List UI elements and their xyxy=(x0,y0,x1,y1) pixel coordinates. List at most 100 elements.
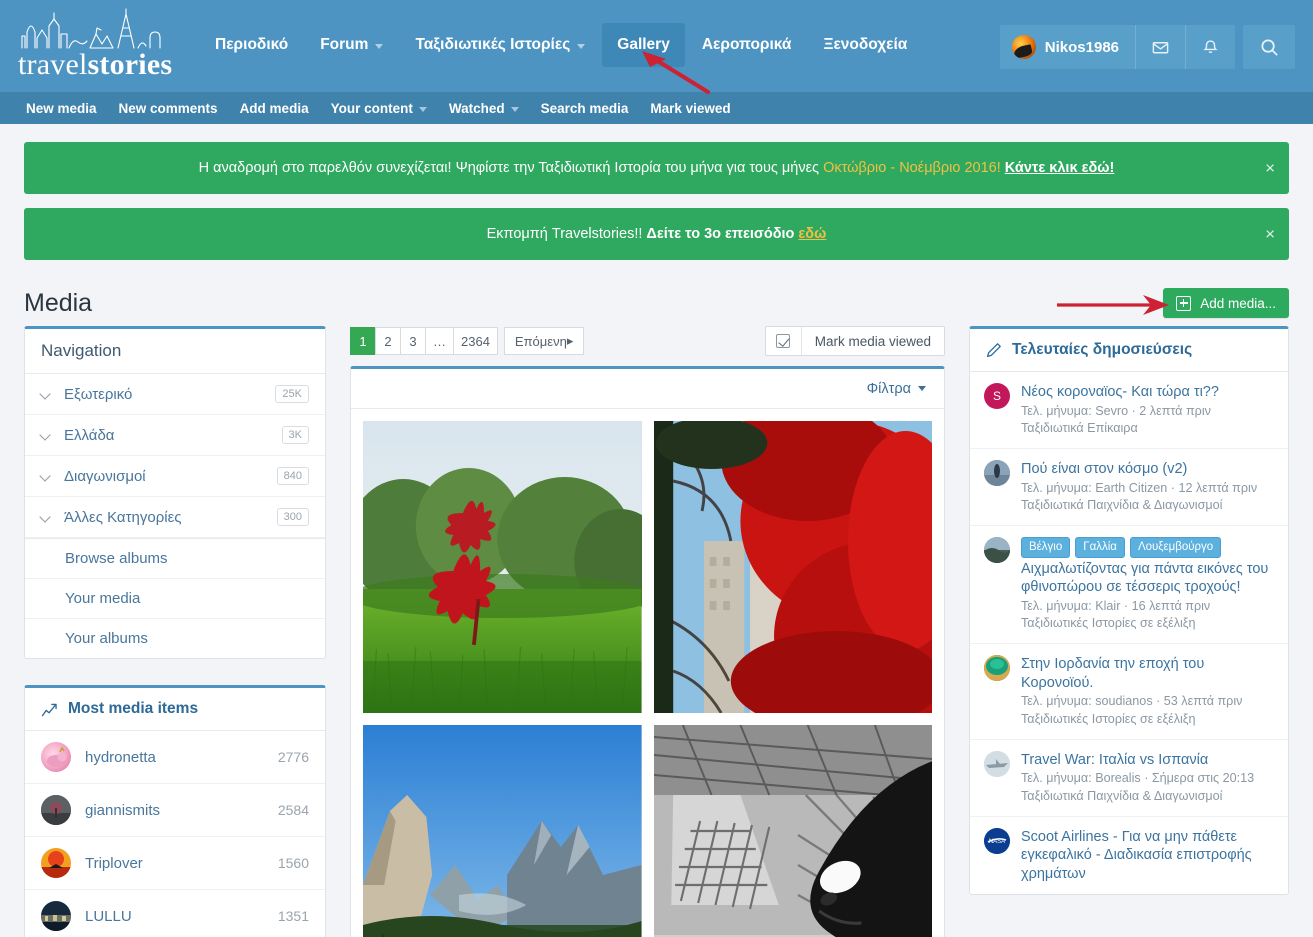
nav-category-label: Ελλάδα xyxy=(64,426,115,444)
nav-label: Περιοδικό xyxy=(215,36,289,53)
most-media-row[interactable]: LULLU 1351 xyxy=(25,890,325,937)
avatar xyxy=(1011,35,1036,59)
nav-link-your-albums[interactable]: Your albums xyxy=(25,619,325,658)
filters-dropdown[interactable]: Φίλτρα xyxy=(867,381,926,397)
media-image-orca-whale xyxy=(653,725,932,937)
subnav-label: New media xyxy=(26,100,97,116)
avatar xyxy=(41,795,71,825)
post-forum: Ταξιδιωτικά Παιχνίδια & Διαγωνισμοί xyxy=(1021,498,1223,513)
plus-square-icon xyxy=(1176,295,1192,311)
page-3-button[interactable]: 3 xyxy=(400,327,426,355)
nav-item-hotels[interactable]: Ξενοδοχεία xyxy=(808,23,922,67)
annotation-arrow-add-media xyxy=(1057,295,1169,315)
most-media-count: 2776 xyxy=(277,749,309,765)
notice-link[interactable]: εδώ xyxy=(798,226,826,242)
bell-icon xyxy=(1203,39,1218,53)
latest-post-item[interactable]: Βέλγιο Γαλλία Λουξεμβούργο Αιχμαλωτίζοντ… xyxy=(970,526,1288,645)
latest-post-item[interactable]: Στην Ιορδανία την εποχή του Κορονοϊού. Τ… xyxy=(970,644,1288,740)
subnav-search-media[interactable]: Search media xyxy=(541,101,629,116)
close-icon[interactable]: × xyxy=(1265,160,1275,177)
most-media-header: Most media items xyxy=(25,688,325,731)
nav-item-periodiko[interactable]: Περιοδικό xyxy=(200,23,303,67)
media-image-yosemite-valley xyxy=(363,725,642,937)
nav-link-label: Your media xyxy=(65,590,141,607)
notice-banners: Η αναδρομή στο παρελθόν συνεχίζεται! Ψηφ… xyxy=(0,124,1313,260)
avatar xyxy=(984,750,1010,777)
subnav-label: New comments xyxy=(118,100,218,116)
post-tag[interactable]: Λουξεμβούργο xyxy=(1129,537,1222,558)
notice-text: Εκπομπή Travelstories!! Δείτε το 3ο επει… xyxy=(487,226,827,242)
user-menu-button[interactable]: Nikos1986 xyxy=(1000,25,1135,69)
latest-post-item[interactable]: Travel War: Ιταλία vs Ισπανία Τελ. μήνυμ… xyxy=(970,740,1288,817)
post-meta: Τελ. μήνυμα: Borealis · Σήμερα στις 20:1… xyxy=(1021,771,1255,786)
nav-category-diagonismoi[interactable]: Διαγωνισμοί 840 xyxy=(25,456,325,497)
avatar xyxy=(984,537,1010,564)
nav-item-flights[interactable]: Αεροπορικά xyxy=(687,23,807,67)
search-button[interactable] xyxy=(1243,25,1295,69)
pagination: 1 2 3 … 2364 Επόμενη ▸ xyxy=(350,327,585,355)
subnav-label: Search media xyxy=(540,100,629,116)
avatar-art xyxy=(41,795,71,825)
main-navigation: Περιοδικό Forum Ταξιδιωτικές Ιστορίες Ga… xyxy=(200,0,924,92)
subnav-your-content[interactable]: Your content xyxy=(331,101,427,116)
media-image-maple-leaf-grass xyxy=(363,421,642,713)
most-media-items-card: Most media items hydronetta 2776 giannis… xyxy=(24,685,326,937)
nav-link-your-media[interactable]: Your media xyxy=(25,579,325,619)
media-thumbnail[interactable] xyxy=(363,725,642,937)
avatar-letter: S xyxy=(992,389,1001,403)
notice-text-bold: Δείτε το 3ο επεισόδιο xyxy=(646,226,799,242)
media-thumbnail[interactable] xyxy=(653,421,932,713)
post-meta: Τελ. μήνυμα: Earth Citizen · 12 λεπτά πρ… xyxy=(1021,480,1258,495)
media-thumbnail[interactable] xyxy=(653,725,932,937)
subnav-mark-viewed[interactable]: Mark viewed xyxy=(650,101,730,116)
post-forum: Ταξιδιωτικές Ιστορίες σε εξέλιξη xyxy=(1021,616,1196,631)
nav-item-travel-stories[interactable]: Ταξιδιωτικές Ιστορίες xyxy=(400,23,600,67)
latest-post-item[interactable]: NASA Scoot Airlines - Για να μην πάθετε … xyxy=(970,817,1288,895)
post-title: Travel War: Ιταλία vs Ισπανία xyxy=(1021,751,1209,768)
chevron-down-icon xyxy=(41,430,52,441)
nav-category-ellada[interactable]: Ελλάδα 3K xyxy=(25,415,325,456)
media-image-red-autumn-tree xyxy=(653,421,932,713)
nav-label: Forum xyxy=(320,36,369,53)
add-media-button[interactable]: Add media... xyxy=(1163,288,1289,318)
latest-post-item[interactable]: Πού είναι στον κόσμο (v2) Τελ. μήνυμα: E… xyxy=(970,449,1288,527)
nav-link-browse-albums[interactable]: Browse albums xyxy=(25,539,325,579)
site-logo[interactable]: travelstories xyxy=(18,8,178,80)
close-icon[interactable]: × xyxy=(1265,226,1275,243)
most-media-row[interactable]: giannismits 2584 xyxy=(25,784,325,837)
nav-category-exoteriko[interactable]: Εξωτερικό 25K xyxy=(25,374,325,415)
subnav-new-media[interactable]: New media xyxy=(26,101,97,116)
subnav-add-media[interactable]: Add media xyxy=(240,101,309,116)
post-tag[interactable]: Γαλλία xyxy=(1075,537,1125,558)
subnav-label: Your content xyxy=(330,100,413,116)
subnav-new-comments[interactable]: New comments xyxy=(119,101,218,116)
avatar xyxy=(41,742,71,772)
media-column: 1 2 3 … 2364 Επόμενη ▸ Mark media viewed … xyxy=(350,326,945,937)
notice-highlight: Οκτώβριο - Νοέμβριο 2016! xyxy=(823,160,1001,176)
nav-item-forum[interactable]: Forum xyxy=(305,23,398,67)
chevron-down-icon xyxy=(418,106,427,112)
media-grid xyxy=(351,409,944,937)
notice-link[interactable]: Κάντε κλικ εδώ! xyxy=(1005,160,1115,176)
nav-category-alles-katigories[interactable]: Άλλες Κατηγορίες 300 xyxy=(25,497,325,538)
inbox-button[interactable] xyxy=(1135,25,1185,69)
most-media-count: 2584 xyxy=(277,802,309,818)
most-media-row[interactable]: Triplover 1560 xyxy=(25,837,325,890)
mark-media-viewed-label: Mark media viewed xyxy=(814,333,931,349)
latest-post-item[interactable]: S Νέος κοροναϊος- Και τώρα τι?? Τελ. μήν… xyxy=(970,372,1288,450)
mark-media-viewed-button[interactable]: Mark media viewed xyxy=(764,326,945,356)
page-1-button[interactable]: 1 xyxy=(350,327,376,355)
subnav-watched[interactable]: Watched xyxy=(449,101,519,116)
post-tag[interactable]: Βέλγιο xyxy=(1021,537,1071,558)
nav-item-gallery[interactable]: Gallery xyxy=(602,23,685,67)
alerts-button[interactable] xyxy=(1185,25,1235,69)
nav-label: Ταξιδιωτικές Ιστορίες xyxy=(415,36,571,53)
next-page-button[interactable]: Επόμενη ▸ xyxy=(503,327,585,355)
post-meta: Τελ. μήνυμα: Klair · 16 λεπτά πριν xyxy=(1021,598,1211,613)
page-last-button[interactable]: 2364 xyxy=(453,327,498,355)
post-title: Πού είναι στον κόσμο (v2) xyxy=(1021,461,1188,478)
page-2-button[interactable]: 2 xyxy=(375,327,401,355)
media-thumbnail[interactable] xyxy=(363,421,642,713)
most-media-row[interactable]: hydronetta 2776 xyxy=(25,731,325,784)
post-text: Travel War: Ιταλία vs Ισπανία Τελ. μήνυμ… xyxy=(1021,751,1274,805)
